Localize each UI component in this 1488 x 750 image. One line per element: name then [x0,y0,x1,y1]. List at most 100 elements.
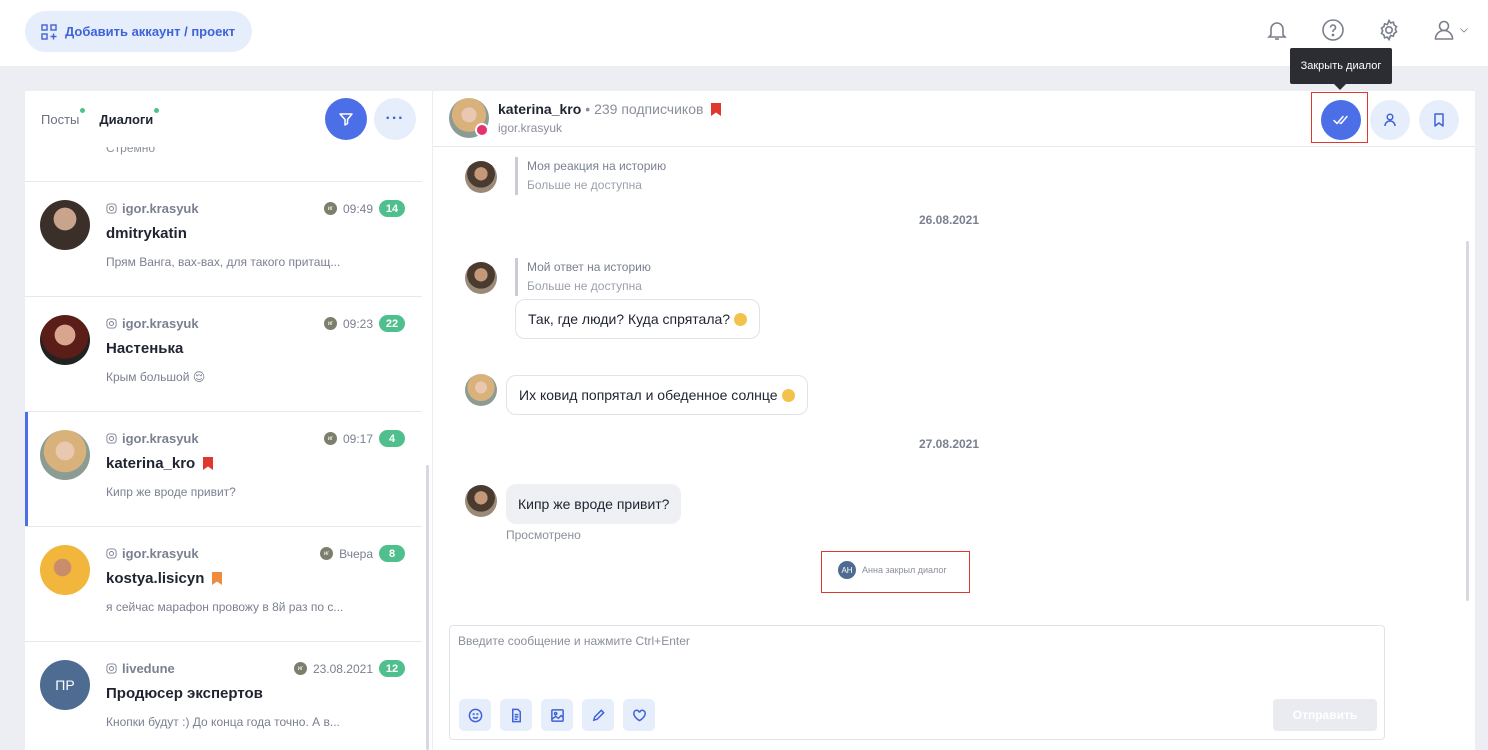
avatar [40,200,90,250]
template-button[interactable] [500,699,532,731]
bookmark-button[interactable] [1419,100,1459,140]
filter-button[interactable] [325,98,367,140]
source-icon: иг [323,317,337,330]
list-item-active[interactable]: igor.krasyuk katerina_kro Кипр же вроде … [25,412,422,527]
profile-button[interactable] [1370,100,1410,140]
list-item-cut[interactable]: Стремно [25,147,422,182]
account-label: livedune [106,661,175,676]
avatar [40,315,90,365]
bell-icon[interactable] [1264,17,1290,43]
account-label: igor.krasyuk [106,201,199,216]
list-item[interactable]: igor.krasyuk kostya.lisicyn я сейчас мар… [25,527,422,642]
emoji-button[interactable] [459,699,491,731]
add-grid-icon [41,23,57,40]
tab-dialogs[interactable]: Диалоги [99,107,160,127]
unread-badge: 22 [379,315,405,332]
list-scrollbar[interactable] [426,465,429,750]
compose-toolbar [459,699,655,731]
tab-posts-dot [80,107,86,113]
chat-panel: katerina_kro • 239 подписчиков igor.kras… [433,91,1475,750]
source-icon: иг [323,432,337,445]
chat-scrollbar[interactable] [1466,241,1469,601]
highlight-system-message [821,551,970,593]
message-preview: Крым большой 😌 [106,370,206,384]
user-menu[interactable] [1432,18,1470,42]
dialog-list: Стремно igor.krasyuk dmitrykatin Прям Ва… [25,147,422,750]
avatar [465,374,497,406]
more-button[interactable]: ··· [374,98,416,140]
account-label: igor.krasyuk [106,546,199,561]
list-item[interactable]: igor.krasyuk Настенька Крым большой 😌 иг… [25,297,422,412]
source-icon: иг [323,202,337,215]
emoji-icon [468,708,482,722]
like-button[interactable] [623,699,655,731]
message-bubble-outgoing: Так, где люди? Куда спрятала? [515,299,761,339]
message-preview: Прям Ванга, вах-вах, для такого притащ..… [106,255,341,269]
gear-icon[interactable] [1376,17,1402,43]
instagram-icon [106,318,117,329]
instagram-icon [106,663,117,674]
bookmark-flag-icon [203,457,214,470]
send-button[interactable]: Отправить [1273,699,1377,731]
avatar [40,430,90,480]
instagram-icon [106,548,117,559]
image-icon [550,708,564,722]
subscriber-count: • 239 подписчиков [585,101,704,117]
person-icon [1384,113,1396,127]
chevron-down-icon [1460,28,1468,33]
message-bubble: Кипр же вроде привит? [506,484,682,524]
note-button[interactable] [582,699,614,731]
dialog-list-panel: Посты Диалоги ··· Стремно igor.krasyuk d… [25,91,432,750]
account-label: igor.krasyuk [106,431,199,446]
date-separator: 27.08.2021 [918,437,980,451]
highlight-close-button [1311,92,1368,143]
avatar [465,485,497,517]
time: Вчера [339,546,373,561]
time: 09:23 [342,316,373,331]
top-bar: Добавить аккаунт / проект [0,0,1488,66]
bookmark-flag-icon [711,102,722,116]
chat-account: igor.krasyuk [498,121,563,135]
filter-icon [339,113,353,126]
list-item[interactable]: ПР livedune Продюсер экспертов Кнопки бу… [25,642,422,750]
add-account-button[interactable]: Добавить аккаунт / проект [25,11,253,52]
contact-name: dmitrykatin [106,225,187,242]
close-dialog-tooltip: Закрыть диалог [1290,48,1392,90]
time: 09:17 [342,431,373,446]
avatar [40,545,90,595]
image-button[interactable] [541,699,573,731]
contact-name: Продюсер экспертов [106,685,263,702]
message-preview: Кнопки будут :) До конца года точно. А в… [106,715,340,729]
bookmark-flag-icon [212,572,223,585]
source-icon: иг [320,547,334,560]
add-account-label: Добавить аккаунт / проект [65,24,236,39]
contact-name: Настенька [106,340,184,357]
unread-badge: 14 [379,200,405,217]
message-input[interactable] [458,634,1158,648]
story-reaction-quote: Моя реакция на историю Больше не доступн… [515,157,666,195]
tab-posts[interactable]: Посты [41,107,86,127]
unread-badge: 12 [379,660,405,677]
pencil-icon [592,708,605,721]
contact-name: kostya.lisicyn [106,570,223,587]
chat-contact-name: katerina_kro • 239 подписчиков [498,101,722,117]
list-item[interactable]: igor.krasyuk dmitrykatin Прям Ванга, вах… [25,182,422,297]
seen-status: Просмотрено [506,528,581,542]
message-preview: Кипр же вроде привит? [106,485,236,499]
message-bubble-incoming: Их ковид попрятал и обеденное солнце [506,375,808,415]
source-icon: иг [293,662,307,675]
instagram-icon [106,203,117,214]
account-label: igor.krasyuk [106,316,199,331]
avatar [465,262,497,294]
emoji-icon [781,388,795,402]
help-icon[interactable] [1320,17,1346,43]
time: 09:49 [342,201,373,216]
user-icon [1434,20,1454,40]
tab-dialogs-dot [154,107,160,113]
contact-name: katerina_kro [106,455,214,472]
list-header: Посты Диалоги ··· [25,91,432,147]
instagram-icon [106,433,117,444]
emoji-icon [734,312,748,326]
document-icon [511,708,521,722]
time: 23.08.2021 [312,661,373,676]
